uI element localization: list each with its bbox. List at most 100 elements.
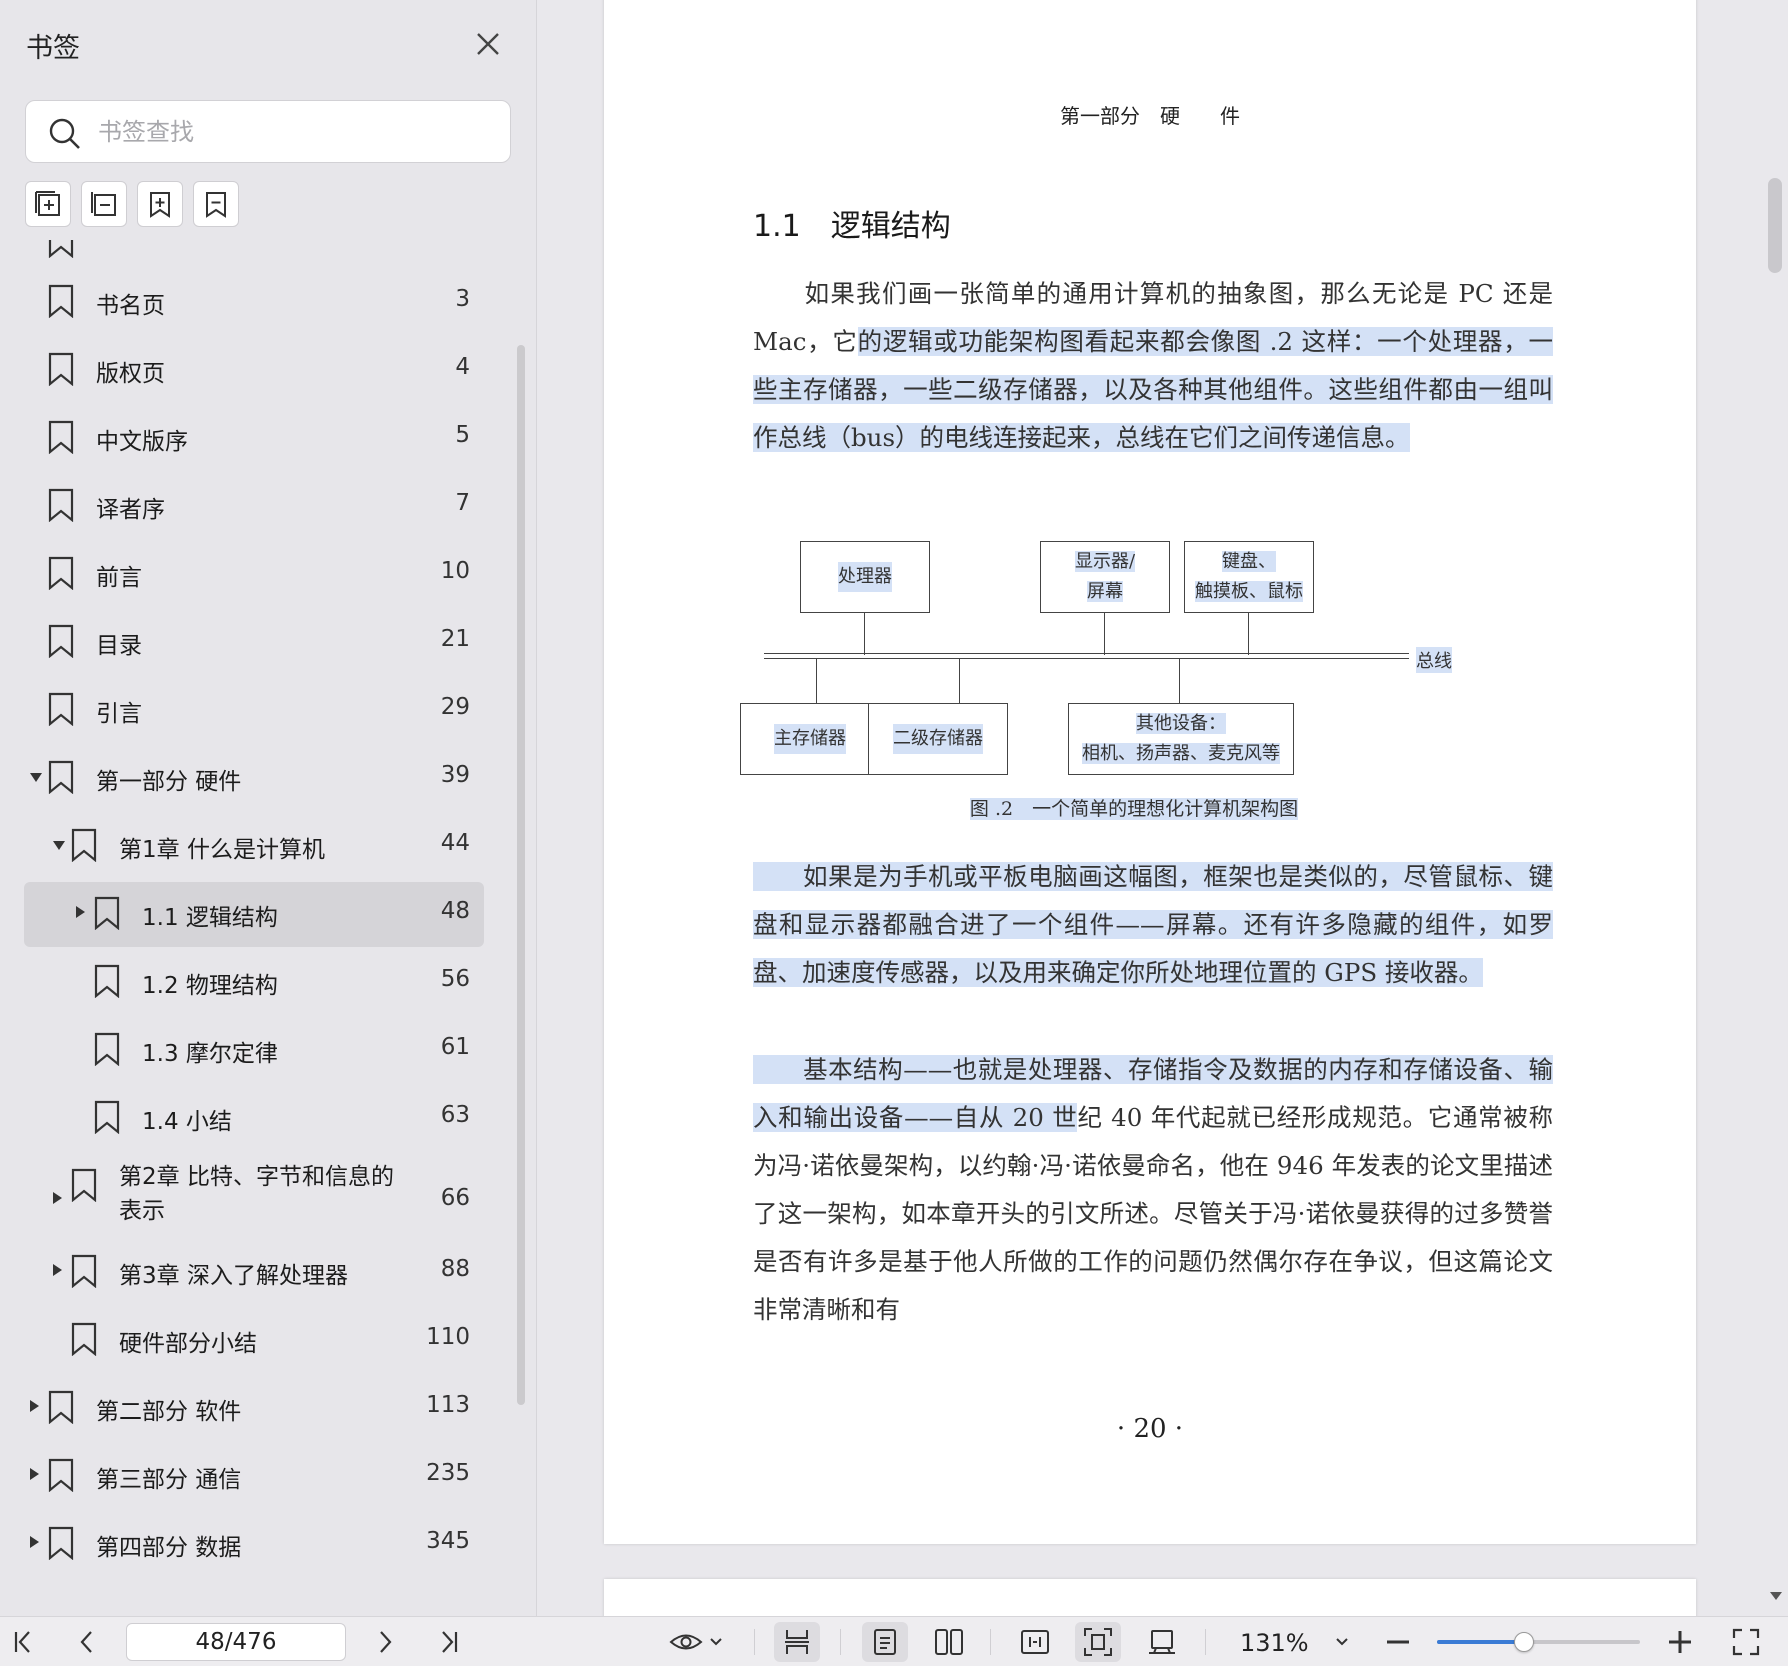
bookmark-icon (48, 352, 74, 386)
bookmark-label: 1.4 小结 (142, 1109, 232, 1135)
bus-label: 总线 (1416, 647, 1452, 673)
bookmark-label: 硬件部分小结 (119, 1331, 257, 1357)
caret-right-icon[interactable] (76, 906, 85, 918)
keyboard-label-2: 触摸板、鼠标 (1195, 581, 1303, 602)
bookmark-label: 第三部分 通信 (96, 1467, 242, 1493)
bottom-toolbar: 131% (0, 1616, 1788, 1666)
single-page-button[interactable] (862, 1622, 908, 1662)
sidebar-scrollbar[interactable] (517, 345, 525, 1405)
bookmark-item[interactable]: 1.1 逻辑结构 48 (24, 882, 484, 947)
bookmark-icon (48, 1526, 74, 1560)
bookmark-item[interactable]: 书名页 3 (24, 270, 484, 330)
bookmark-icon (48, 1390, 74, 1424)
add-bookmark-icon (150, 192, 170, 218)
caret-down-icon[interactable] (30, 773, 42, 782)
paragraph-2: 如果是为手机或平板电脑画这幅图，框架也是类似的，尽管鼠标、键盘和显示器都融合进了… (753, 853, 1553, 997)
fit-width-button[interactable] (1012, 1622, 1058, 1662)
scroll-down-arrow-icon[interactable] (1770, 1592, 1782, 1600)
bookmark-item[interactable]: 硬件部分小结 110 (24, 1308, 484, 1368)
bookmark-page-number: 7 (455, 490, 470, 516)
rotate-page-button[interactable] (1139, 1622, 1185, 1662)
bookmark-icon (48, 488, 74, 522)
expand-all-button[interactable] (25, 181, 71, 227)
chevron-left-icon (80, 1631, 92, 1653)
bookmark-search-input[interactable] (98, 113, 488, 151)
connector-line (1179, 659, 1180, 703)
zoom-slider-handle[interactable] (1514, 1632, 1535, 1652)
plus-icon (1669, 1631, 1691, 1653)
zoom-in-button[interactable] (1662, 1622, 1698, 1662)
bookmark-item[interactable]: 第四部分 数据 345 (24, 1512, 484, 1572)
processor-box: 处理器 (800, 541, 930, 613)
bookmark-item[interactable]: 目录 21 (24, 610, 484, 670)
connector-line (864, 613, 865, 655)
collapse-all-button[interactable] (81, 181, 127, 227)
toolbar-divider (1205, 1629, 1206, 1655)
zoom-dropdown-button[interactable] (1330, 1622, 1354, 1662)
display-label-2: 屏幕 (1086, 581, 1123, 602)
bookmark-page-number: 61 (440, 1034, 470, 1060)
close-icon[interactable] (470, 26, 506, 62)
bookmark-page-number: 66 (440, 1185, 470, 1211)
bookmark-label: 引言 (96, 701, 142, 727)
bookmark-label-line: 表示 (119, 1198, 165, 1224)
continuous-scroll-icon (785, 1630, 809, 1654)
caret-right-icon[interactable] (30, 1468, 39, 1480)
bookmark-item[interactable]: 第二部分 软件 113 (24, 1376, 484, 1436)
chevron-down-icon (710, 1638, 722, 1646)
caret-right-icon[interactable] (30, 1400, 39, 1412)
bookmark-item[interactable]: 前言 10 (24, 542, 484, 602)
fullscreen-button[interactable] (1728, 1622, 1764, 1662)
first-page-button[interactable] (6, 1622, 40, 1662)
bookmark-page-number: 4 (455, 354, 470, 380)
page-number-input[interactable] (126, 1623, 346, 1661)
bookmark-item[interactable]: 第3章 深入了解处理器 88 (24, 1240, 484, 1300)
bookmark-item[interactable]: 引言 29 (24, 678, 484, 738)
bookmark-page-number: 56 (440, 966, 470, 992)
fit-page-button[interactable] (1075, 1622, 1121, 1662)
caret-down-icon[interactable] (53, 841, 65, 850)
caret-right-icon[interactable] (53, 1264, 62, 1276)
caret-right-icon[interactable] (30, 1536, 39, 1548)
two-page-button[interactable] (926, 1622, 972, 1662)
document-scrollbar-thumb[interactable] (1768, 178, 1782, 273)
bookmark-item[interactable]: 1.4 小结 63 (24, 1086, 484, 1146)
next-page-button[interactable] (368, 1622, 402, 1662)
connector-line (1248, 613, 1249, 655)
bookmark-label: 译者序 (96, 497, 165, 523)
bookmark-page-number: 48 (440, 898, 470, 924)
bookmark-icon (48, 240, 74, 258)
add-bookmark-button[interactable] (137, 181, 183, 227)
continuous-scroll-button[interactable] (774, 1622, 820, 1662)
zoom-out-button[interactable] (1380, 1622, 1416, 1662)
zoom-slider-fill (1437, 1640, 1525, 1644)
bookmark-item[interactable]: 1.2 物理结构 56 (24, 950, 484, 1010)
bookmark-label: 目录 (96, 633, 142, 659)
caret-right-icon[interactable] (53, 1192, 62, 1204)
bookmark-label: 1.2 物理结构 (142, 973, 278, 999)
bookmark-icon (94, 896, 120, 930)
remove-bookmark-button[interactable] (193, 181, 239, 227)
main-memory-label: 主存储器 (774, 724, 846, 754)
zoom-slider[interactable] (1437, 1632, 1640, 1652)
bookmark-icon (71, 1322, 97, 1356)
bookmark-label: 第一部分 硬件 (96, 769, 242, 795)
first-page-icon (14, 1631, 30, 1653)
last-page-button[interactable] (432, 1622, 466, 1662)
bookmark-item[interactable]: 译者序 7 (24, 474, 484, 534)
keyboard-label-1: 键盘、 (1222, 551, 1276, 572)
bookmark-item[interactable]: 1.3 摩尔定律 61 (24, 1018, 484, 1078)
bookmark-icon (48, 420, 74, 454)
connector-line (816, 659, 817, 703)
bookmark-item[interactable]: 第一部分 硬件 39 (24, 746, 484, 806)
zoom-level[interactable]: 131% (1240, 1629, 1309, 1657)
chevron-down-icon (1336, 1638, 1348, 1646)
previous-page-button[interactable] (70, 1622, 104, 1662)
bookmark-item[interactable]: 第1章 什么是计算机 44 (24, 814, 484, 874)
bookmark-item[interactable]: 第三部分 通信 235 (24, 1444, 484, 1504)
bookmark-item[interactable]: 版权页 4 (24, 338, 484, 398)
bookmark-item[interactable]: 第2章 比特、字节和信息的 表示 66 (24, 1154, 484, 1240)
bookmark-item[interactable]: 中文版序 5 (24, 406, 484, 466)
display-box: 显示器/屏幕 (1040, 541, 1170, 613)
eye-protection-button[interactable] (664, 1622, 728, 1662)
